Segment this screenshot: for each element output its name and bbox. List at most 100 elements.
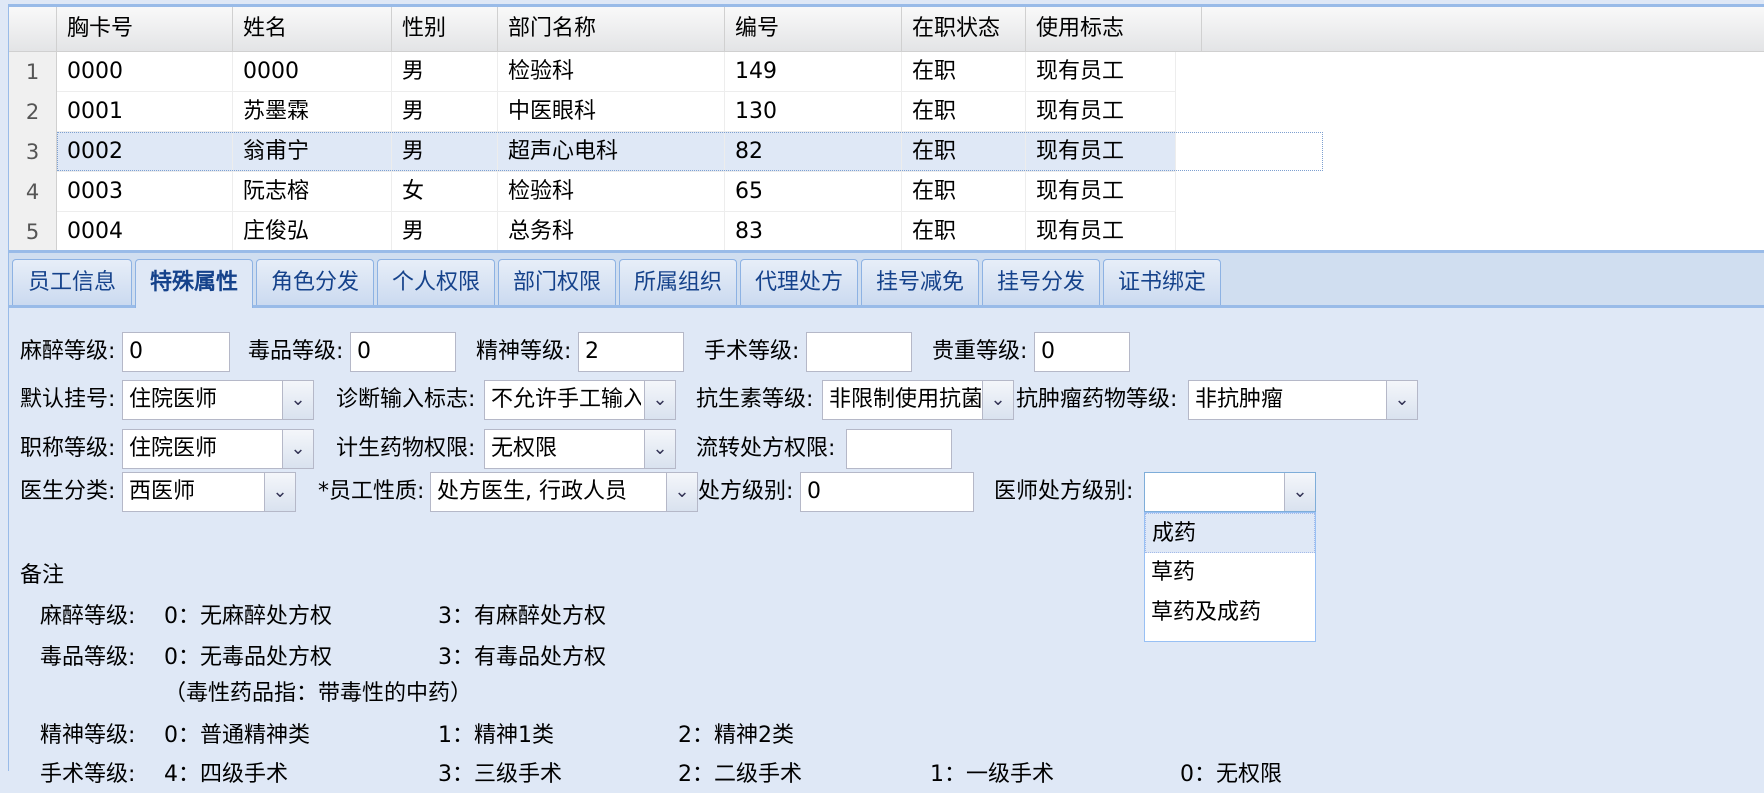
tab-registration-discount[interactable]: 挂号减免: [861, 259, 979, 305]
cell-usage[interactable]: 现有员工: [1026, 172, 1176, 212]
doctor-prescription-level-combo[interactable]: ⌄: [1144, 472, 1316, 512]
default-registration-combo[interactable]: 住院医师 ⌄: [122, 380, 314, 420]
surgery-level-input[interactable]: [806, 332, 912, 372]
precious-level-input[interactable]: 0: [1034, 332, 1130, 372]
cell-usage[interactable]: 现有员工: [1026, 212, 1176, 252]
diagnosis-input-flag-value: 不允许手工输入: [491, 387, 641, 412]
tab-employee-info[interactable]: 员工信息: [12, 259, 132, 305]
transfer-prescription-input[interactable]: [846, 429, 952, 469]
cell-code[interactable]: 83: [725, 212, 902, 252]
cell-status[interactable]: 在职: [902, 92, 1026, 132]
cell-gender[interactable]: 男: [392, 92, 498, 132]
column-header-name[interactable]: 姓名: [233, 7, 392, 51]
cell-name[interactable]: 庄俊弘: [233, 212, 392, 252]
row-number: 5: [9, 212, 57, 252]
chevron-down-icon[interactable]: ⌄: [1284, 473, 1315, 511]
cell-code[interactable]: 82: [725, 132, 902, 172]
diagnosis-input-flag-combo[interactable]: 不允许手工输入 ⌄: [484, 380, 676, 420]
note-surgery-a: 4：四级手术: [164, 762, 288, 787]
note-anesthesia-b: 3：有麻醉处方权: [438, 604, 606, 629]
cell-badge[interactable]: 0004: [57, 212, 233, 252]
anesthesia-level-input[interactable]: 0: [122, 332, 230, 372]
doctor-category-label: 医生分类:: [20, 479, 116, 504]
dropdown-option[interactable]: 草药及成药: [1145, 593, 1315, 633]
tab-department-permissions[interactable]: 部门权限: [498, 259, 616, 305]
cell-code[interactable]: 65: [725, 172, 902, 212]
note-anesthesia-a: 0：无麻醉处方权: [164, 604, 332, 629]
column-header-badge[interactable]: 胸卡号: [57, 7, 233, 51]
note-mental-a: 0：普通精神类: [164, 723, 310, 748]
cell-usage[interactable]: 现有员工: [1026, 132, 1176, 172]
cell-status[interactable]: 在职: [902, 212, 1026, 252]
table-row[interactable]: 5 0004 庄俊弘 男 总务科 83 在职 现有员工: [9, 212, 1764, 252]
cell-gender[interactable]: 女: [392, 172, 498, 212]
chevron-down-icon[interactable]: ⌄: [264, 473, 295, 511]
tab-registration-distribution[interactable]: 挂号分发: [982, 259, 1100, 305]
chevron-down-icon[interactable]: ⌄: [1386, 381, 1417, 419]
cell-name[interactable]: 0000: [233, 52, 392, 92]
doctor-prescription-level-label: 医师处方级别:: [994, 479, 1134, 504]
cell-code[interactable]: 149: [725, 52, 902, 92]
tab-organization[interactable]: 所属组织: [619, 259, 737, 305]
prescription-level-input[interactable]: 0: [800, 472, 974, 512]
table-row-selected[interactable]: 3 0002 翁甫宁 男 超声心电科 82 在职 现有员工: [9, 132, 1764, 172]
cell-status[interactable]: 在职: [902, 172, 1026, 212]
chevron-down-icon[interactable]: ⌄: [282, 381, 313, 419]
note-surgery-d: 1：一级手术: [930, 762, 1054, 787]
cell-usage[interactable]: 现有员工: [1026, 52, 1176, 92]
cell-badge[interactable]: 0002: [57, 132, 233, 172]
table-row[interactable]: 1 0000 0000 男 检验科 149 在职 现有员工: [9, 52, 1764, 92]
table-row[interactable]: 2 0001 苏墨霖 男 中医眼科 130 在职 现有员工: [9, 92, 1764, 132]
chevron-down-icon[interactable]: ⌄: [666, 473, 697, 511]
cell-code[interactable]: 130: [725, 92, 902, 132]
column-header-department[interactable]: 部门名称: [498, 7, 725, 51]
staff-nature-label: *员工性质:: [318, 479, 425, 504]
antitumor-level-combo[interactable]: 非抗肿瘤 ⌄: [1188, 380, 1418, 420]
column-header-code[interactable]: 编号: [725, 7, 902, 51]
cell-badge[interactable]: 0001: [57, 92, 233, 132]
title-level-value: 住院医师: [129, 436, 218, 461]
antibiotic-level-combo[interactable]: 非限制使用抗菌 ⌄: [822, 380, 1014, 420]
dropdown-option[interactable]: 草药: [1145, 553, 1315, 593]
cell-badge[interactable]: 0000: [57, 52, 233, 92]
mental-level-input[interactable]: 2: [578, 332, 684, 372]
anesthesia-level-label: 麻醉等级:: [20, 339, 116, 364]
cell-gender[interactable]: 男: [392, 212, 498, 252]
poison-level-input[interactable]: 0: [350, 332, 456, 372]
cell-name[interactable]: 阮志榕: [233, 172, 392, 212]
chevron-down-icon[interactable]: ⌄: [282, 430, 313, 468]
column-header-usage[interactable]: 使用标志: [1026, 7, 1202, 51]
cell-department[interactable]: 总务科: [498, 212, 725, 252]
cell-department[interactable]: 中医眼科: [498, 92, 725, 132]
staff-nature-combo[interactable]: 处方医生, 行政人员 ⌄: [430, 472, 698, 512]
title-level-combo[interactable]: 住院医师 ⌄: [122, 429, 314, 469]
chevron-down-icon[interactable]: ⌄: [644, 430, 675, 468]
cell-gender[interactable]: 男: [392, 52, 498, 92]
column-header-gender[interactable]: 性别: [392, 7, 498, 51]
tab-certificate-binding[interactable]: 证书绑定: [1103, 259, 1221, 305]
cell-department[interactable]: 超声心电科: [498, 132, 725, 172]
family-planning-combo[interactable]: 无权限 ⌄: [484, 429, 676, 469]
cell-department[interactable]: 检验科: [498, 52, 725, 92]
cell-name[interactable]: 翁甫宁: [233, 132, 392, 172]
note-poison-b: 3：有毒品处方权: [438, 645, 606, 670]
cell-department[interactable]: 检验科: [498, 172, 725, 212]
tab-role-distribution[interactable]: 角色分发: [256, 259, 374, 305]
cell-usage[interactable]: 现有员工: [1026, 92, 1176, 132]
note-surgery-b: 3：三级手术: [438, 762, 562, 787]
tab-special-attributes[interactable]: 特殊属性: [135, 259, 253, 308]
doctor-category-combo[interactable]: 西医师 ⌄: [122, 472, 296, 512]
cell-status[interactable]: 在职: [902, 132, 1026, 172]
chevron-down-icon[interactable]: ⌄: [644, 381, 675, 419]
table-row[interactable]: 4 0003 阮志榕 女 检验科 65 在职 现有员工: [9, 172, 1764, 212]
cell-name[interactable]: 苏墨霖: [233, 92, 392, 132]
tab-proxy-prescription[interactable]: 代理处方: [740, 259, 858, 305]
chevron-down-icon[interactable]: ⌄: [982, 381, 1013, 419]
column-header-status[interactable]: 在职状态: [902, 7, 1026, 51]
note-poison-c: （毒性药品指：带毒性的中药）: [164, 681, 473, 706]
cell-gender[interactable]: 男: [392, 132, 498, 172]
tab-personal-permissions[interactable]: 个人权限: [377, 259, 495, 305]
cell-status[interactable]: 在职: [902, 52, 1026, 92]
cell-badge[interactable]: 0003: [57, 172, 233, 212]
dropdown-option[interactable]: 成药: [1145, 513, 1315, 553]
